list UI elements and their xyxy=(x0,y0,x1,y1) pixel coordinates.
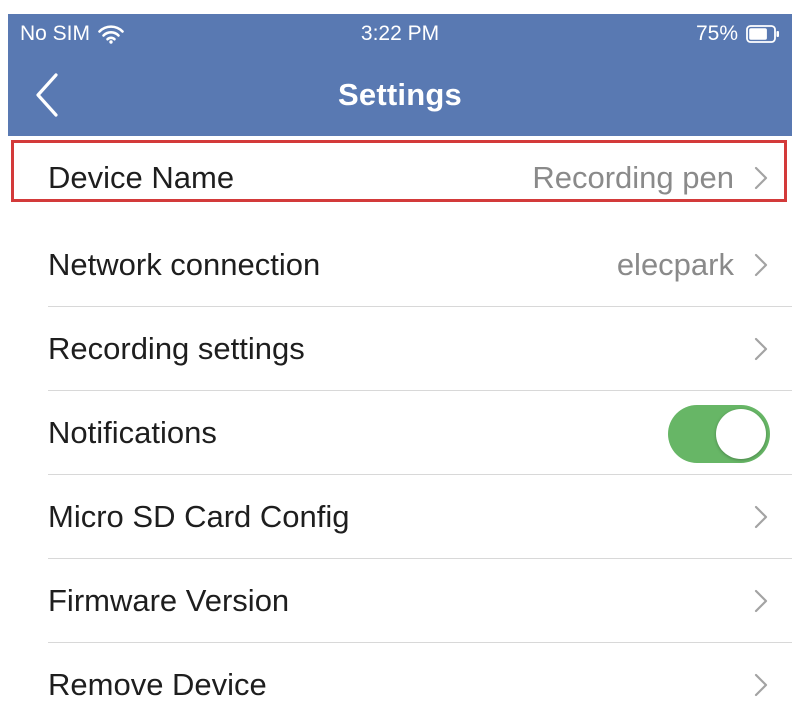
setting-label: Micro SD Card Config xyxy=(48,499,350,534)
battery-status: 75% xyxy=(696,22,780,46)
setting-label: Network connection xyxy=(48,247,321,282)
toggle-knob xyxy=(716,409,766,459)
chevron-right-icon xyxy=(754,166,768,190)
setting-row-remove-device[interactable]: Remove Device xyxy=(8,643,792,727)
setting-label: Remove Device xyxy=(48,667,267,702)
setting-row-notifications: Notifications xyxy=(8,391,792,475)
nav-bar: Settings xyxy=(8,54,792,136)
setting-row-device-name-content: Device Name Recording pen xyxy=(8,136,792,220)
setting-label: Firmware Version xyxy=(48,583,290,618)
chevron-right-icon xyxy=(754,589,768,613)
setting-value: elecpark xyxy=(616,247,734,282)
setting-row-firmware-version[interactable]: Firmware Version xyxy=(8,559,792,643)
setting-row-micro-sd-card-config[interactable]: Micro SD Card Config xyxy=(8,475,792,559)
settings-list: Device Name Recording pen Network connec… xyxy=(8,136,792,722)
battery-percent: 75% xyxy=(695,22,738,45)
setting-label: Recording settings xyxy=(48,331,305,366)
chevron-right-icon xyxy=(754,673,768,697)
settings-screen: No SIM 3:22 PM 75% Settings Device Name … xyxy=(8,14,792,722)
chevron-right-icon xyxy=(754,337,768,361)
setting-row-device-name[interactable]: Device Name Recording pen xyxy=(8,136,792,220)
setting-row-recording-settings[interactable]: Recording settings xyxy=(8,307,792,391)
status-bar: No SIM 3:22 PM 75% xyxy=(8,14,792,54)
battery-icon xyxy=(746,24,780,44)
chevron-right-icon xyxy=(754,505,768,529)
chevron-right-icon xyxy=(754,253,768,277)
notifications-toggle[interactable] xyxy=(668,405,770,463)
setting-label: Notifications xyxy=(48,415,217,450)
status-time: 3:22 PM xyxy=(360,22,440,45)
setting-value: Recording pen xyxy=(532,160,734,195)
page-title: Settings xyxy=(338,77,462,112)
setting-row-network-connection[interactable]: Network connection elecpark xyxy=(8,223,792,307)
setting-label: Device Name xyxy=(48,160,235,195)
header: No SIM 3:22 PM 75% Settings xyxy=(8,14,792,136)
